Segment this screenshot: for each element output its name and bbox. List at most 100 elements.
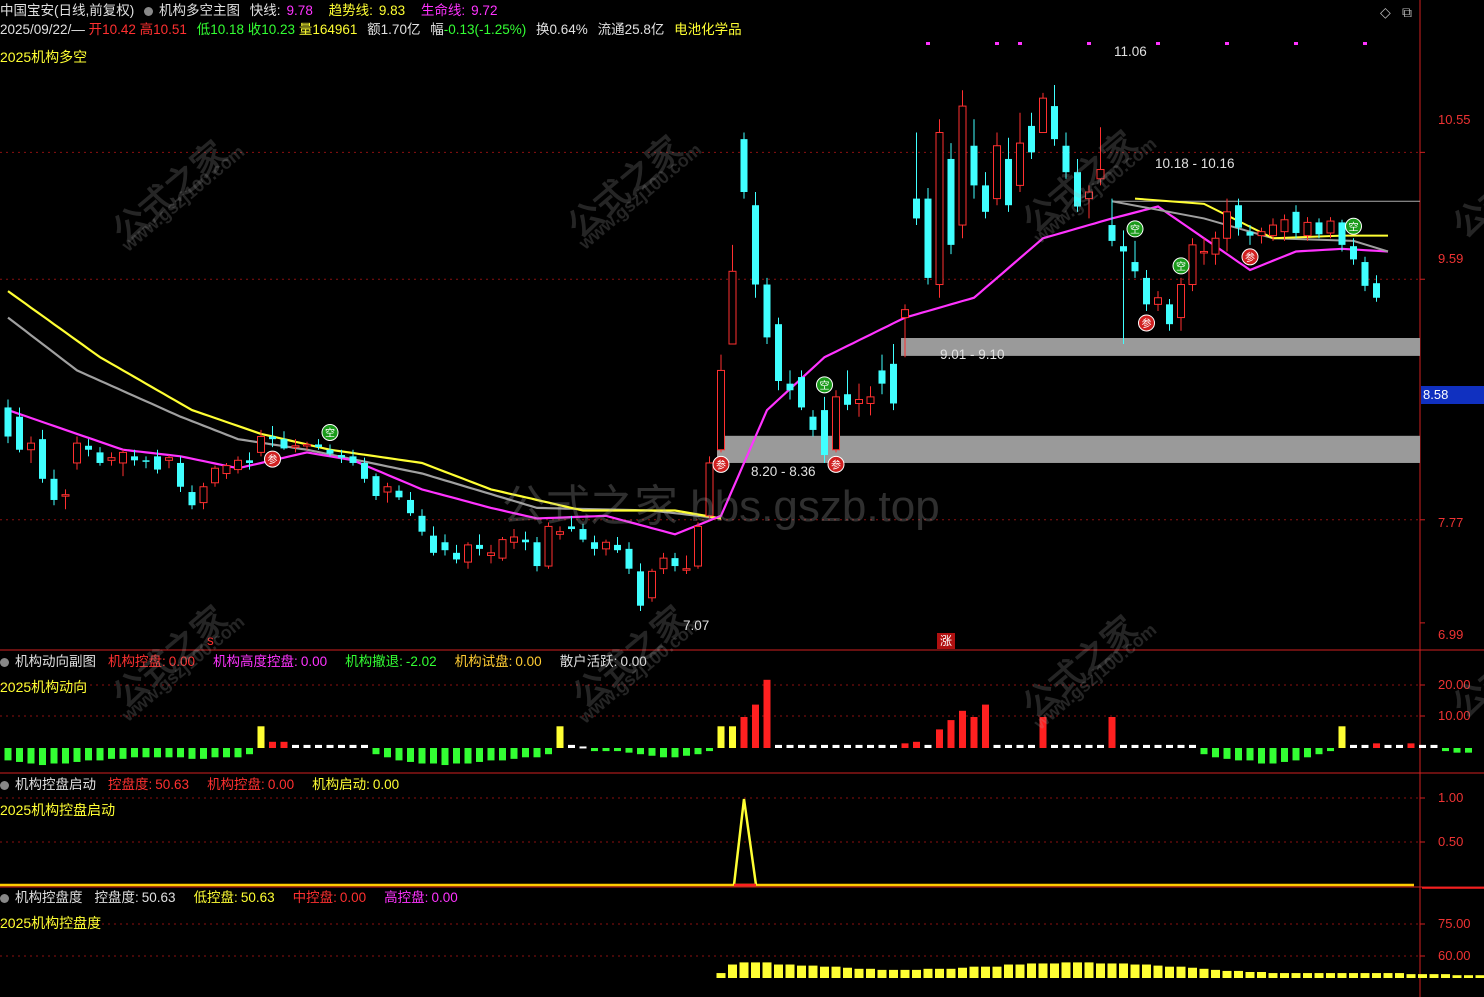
panel2-bar bbox=[96, 748, 104, 761]
candle-body-down bbox=[913, 198, 920, 219]
panel4-bar bbox=[1395, 973, 1404, 978]
panel4-bar bbox=[1165, 966, 1174, 978]
candle-body-down bbox=[786, 383, 794, 391]
panel2-bar bbox=[913, 741, 920, 748]
panel2-bar bbox=[1304, 748, 1311, 758]
panel4-bar bbox=[1176, 966, 1186, 978]
panel2-bar bbox=[142, 748, 150, 758]
candle-body-down bbox=[1235, 205, 1242, 228]
panel4-bar bbox=[1280, 973, 1289, 978]
indicator-name[interactable]: 机构多空主图 bbox=[159, 3, 240, 18]
panel2-bar bbox=[234, 748, 242, 758]
panel4-bar bbox=[728, 964, 737, 978]
candle-body-down bbox=[280, 439, 288, 449]
top-dot-0 bbox=[926, 42, 930, 45]
candle-body-up bbox=[257, 436, 265, 453]
candle-body-up bbox=[1039, 97, 1047, 134]
panel3-item-label: 机构控盘: bbox=[207, 777, 265, 792]
diamond-icon[interactable]: ◇ bbox=[1380, 4, 1391, 21]
candle-body-down bbox=[326, 449, 334, 454]
panel3-name[interactable]: 机构控盘启动 bbox=[15, 777, 96, 792]
panel4-bar bbox=[1360, 973, 1370, 978]
panel2-bar bbox=[1143, 744, 1150, 748]
panel2-bar bbox=[349, 744, 357, 748]
sector[interactable]: 电池化学品 bbox=[674, 22, 742, 37]
panel2-header: 机构动向副图 机构控盘: 0.00 机构高度控盘: 0.00 机构撤退: -2.02 机构试盘… bbox=[0, 654, 665, 670]
panel2-bar bbox=[970, 717, 978, 748]
panel2-bar bbox=[1315, 748, 1323, 755]
panel4-bar bbox=[1119, 963, 1128, 978]
panel2-bar bbox=[257, 726, 265, 748]
panel4-toggle-icon[interactable] bbox=[0, 894, 9, 903]
panel2-bar bbox=[786, 744, 794, 748]
panel4-bar bbox=[1096, 963, 1105, 978]
candle-body-down bbox=[1028, 125, 1035, 153]
panel2-bar bbox=[1028, 744, 1035, 748]
candle-body-down bbox=[16, 416, 23, 450]
panel2-bar bbox=[1442, 748, 1449, 752]
panel4-bar bbox=[1383, 973, 1393, 978]
panel2-bar bbox=[292, 744, 299, 748]
candle-body-up bbox=[1303, 221, 1312, 237]
window-icon[interactable]: ⧉ bbox=[1402, 4, 1412, 21]
panel2-name[interactable]: 机构动向副图 bbox=[15, 654, 96, 669]
panel2-bar bbox=[844, 744, 851, 748]
panel4-item-2: 中控盘: 0.00 bbox=[293, 890, 373, 905]
panel2-bar bbox=[1189, 744, 1196, 748]
panel2-bar bbox=[901, 743, 909, 748]
candle-body-up bbox=[866, 396, 875, 404]
y-label-6-99: 6.99 bbox=[1438, 627, 1464, 642]
candle-body-down bbox=[441, 542, 449, 551]
candle-body-down bbox=[349, 456, 357, 463]
panel4-bar bbox=[1073, 962, 1082, 978]
candle-body-down bbox=[1143, 277, 1150, 305]
panel2-bar bbox=[1097, 744, 1104, 748]
panel-toggle-icon[interactable] bbox=[144, 7, 154, 16]
panel4-bar bbox=[1406, 974, 1416, 978]
panel2-bar bbox=[625, 748, 633, 753]
candle-body-up bbox=[728, 270, 737, 345]
candle-body-down bbox=[982, 185, 989, 212]
panel4-bar bbox=[1027, 963, 1036, 978]
panel2-bar bbox=[993, 744, 1001, 748]
candle-body-up bbox=[1269, 224, 1277, 237]
panel3-item-2: 机构启动: 0.00 bbox=[312, 777, 405, 792]
panel4-bar bbox=[866, 968, 875, 978]
panel2-bar bbox=[648, 748, 656, 756]
panel4-subtitle: 2025机构控盘度 bbox=[0, 915, 102, 931]
candle-body-down bbox=[453, 552, 460, 560]
life-label: 生命线: bbox=[420, 3, 466, 18]
panel4-bar bbox=[1418, 974, 1427, 978]
panel4-bar bbox=[889, 969, 898, 978]
rise-badge: 涨 bbox=[937, 633, 955, 649]
panel4-bar bbox=[1142, 964, 1151, 978]
panel2-bar bbox=[1051, 744, 1058, 748]
panel2-bar bbox=[579, 746, 587, 749]
panel4-bar bbox=[912, 969, 921, 978]
panel4-bar bbox=[1107, 963, 1117, 978]
candle-body-up bbox=[487, 552, 495, 556]
panel2-bar bbox=[936, 729, 943, 748]
panel4-name[interactable]: 机构控盘度 bbox=[15, 890, 83, 905]
main-header: 中国宝安(日线,前复权) 机构多空主图 快线: 9.78 趋势线: 9.83 生命线… bbox=[0, 3, 509, 19]
candle-body-down bbox=[418, 515, 426, 532]
panel2-bar bbox=[706, 748, 713, 752]
candle-body-down bbox=[1166, 304, 1173, 325]
panel2-bar bbox=[890, 744, 897, 748]
panel2-bar bbox=[717, 726, 725, 748]
y-label-0-5: 0.50 bbox=[1438, 834, 1464, 849]
candle-body-down bbox=[1373, 283, 1380, 298]
candle-body-down bbox=[1350, 246, 1357, 260]
panel3-toggle-icon[interactable] bbox=[0, 781, 9, 790]
panel2-bar bbox=[476, 748, 483, 762]
panel2-bar bbox=[39, 748, 46, 766]
panel4-bar bbox=[716, 973, 726, 978]
panel2-bar bbox=[50, 748, 58, 764]
panel2-bar bbox=[372, 748, 380, 755]
panel4-bar bbox=[1464, 975, 1473, 978]
candle-body-up bbox=[682, 568, 691, 571]
panel2-toggle-icon[interactable] bbox=[0, 658, 9, 667]
stock-name[interactable]: 中国宝安(日线,前复权) bbox=[0, 3, 134, 18]
candle-body-down bbox=[614, 544, 621, 551]
current-price-tag: 8.58 bbox=[1421, 386, 1484, 404]
